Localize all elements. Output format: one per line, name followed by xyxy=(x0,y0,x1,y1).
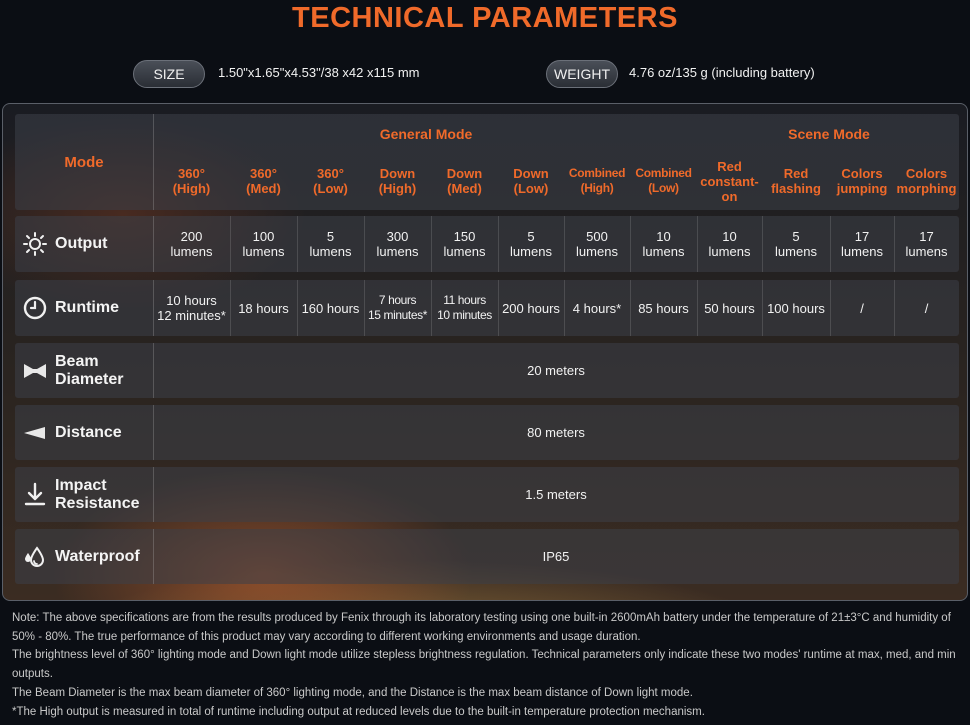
size-value: 1.50"x1.65"x4.53"/38 x42 x115 mm xyxy=(218,65,420,80)
mode-header: Colors jumping xyxy=(836,166,888,196)
water-drops-icon xyxy=(15,544,55,570)
weight-badge: WEIGHT xyxy=(546,60,618,88)
output-row: Output 200 lumens 100 lumens 5 lumens 30… xyxy=(15,216,959,272)
runtime-cell: 85 hours xyxy=(630,280,698,336)
runtime-cell: 160 hours xyxy=(297,280,365,336)
mode-header: Combined (Low) xyxy=(635,166,692,195)
mode-header: Combined (High) xyxy=(568,166,626,195)
beam-diameter-row: Beam Diameter 20 meters xyxy=(15,343,959,398)
clock-icon xyxy=(15,295,55,321)
beam-icon xyxy=(15,361,55,381)
mode-header: Red constant- on xyxy=(700,158,759,204)
output-cell: 300 lumens xyxy=(364,216,432,272)
distance-row: Distance 80 meters xyxy=(15,405,959,460)
distance-label: Distance xyxy=(55,423,122,441)
runtime-cell: 10 hours 12 minutes* xyxy=(153,280,231,336)
runtime-label-cell: Runtime xyxy=(15,280,154,336)
footnote: The Beam Diameter is the max beam diamet… xyxy=(12,686,693,699)
waterproof-value: IP65 xyxy=(542,549,570,564)
impact-resistance-row: Impact Resistance 1.5 meters xyxy=(15,467,959,522)
mode-header: 360° (Med) xyxy=(246,166,281,196)
output-cell: 200 lumens xyxy=(153,216,231,272)
waterproof-label-cell: Waterproof xyxy=(15,529,154,584)
output-cell: 10 lumens xyxy=(630,216,698,272)
beam-diameter-value: 20 meters xyxy=(527,363,585,378)
page-title: TECHNICAL PARAMETERS xyxy=(292,2,678,34)
output-cell: 17 lumens xyxy=(905,229,948,259)
runtime-cell: 4 hours* xyxy=(564,280,631,336)
impact-resistance-value: 1.5 meters xyxy=(525,487,587,502)
mode-header: Down (Med) xyxy=(446,166,483,196)
mode-header: Colors morphing xyxy=(896,166,957,196)
sun-icon xyxy=(15,231,55,257)
runtime-cell: / xyxy=(924,300,929,316)
distance-value: 80 meters xyxy=(527,425,585,440)
scene-mode-label: Scene Mode xyxy=(788,126,870,142)
output-cell: 5 lumens xyxy=(762,216,831,272)
beam-diameter-label-cell: Beam Diameter xyxy=(15,343,154,398)
output-cell: 5 lumens xyxy=(297,216,365,272)
runtime-cell: / xyxy=(830,280,895,336)
impact-resistance-label: Impact Resistance xyxy=(55,476,140,512)
runtime-row: Runtime 10 hours 12 minutes* 18 hours 16… xyxy=(15,280,959,336)
weight-value: 4.76 oz/135 g (including battery) xyxy=(629,65,815,80)
size-badge: SIZE xyxy=(133,60,205,88)
runtime-cell: 18 hours xyxy=(230,280,298,336)
mode-header: 360° (High) xyxy=(172,166,211,196)
footnotes: Note: The above specifications are from … xyxy=(12,609,962,721)
output-cell: 500 lumens xyxy=(564,216,631,272)
mode-label: Mode xyxy=(15,114,154,210)
mode-header: Down (High) xyxy=(378,166,417,196)
output-cell: 5 lumens xyxy=(498,216,565,272)
mode-header: 360° (Low) xyxy=(313,166,348,196)
output-cell: 150 lumens xyxy=(431,216,499,272)
beam-diameter-label: Beam Diameter xyxy=(55,352,124,388)
output-label-cell: Output xyxy=(15,216,154,272)
footnote: The brightness level of 360° lighting mo… xyxy=(12,649,956,681)
output-cell: 10 lumens xyxy=(697,216,763,272)
mode-header: Red flashing xyxy=(771,166,821,196)
runtime-cell: 50 hours xyxy=(697,280,763,336)
parameters-table: Mode General Mode Scene Mode 360° (High)… xyxy=(2,103,968,601)
waterproof-label: Waterproof xyxy=(55,547,140,565)
runtime-cell: 100 hours xyxy=(762,280,831,336)
runtime-cell: 7 hours 15 minutes* xyxy=(364,280,432,336)
output-cell: 17 lumens xyxy=(830,216,895,272)
mode-header-row: Mode General Mode Scene Mode 360° (High)… xyxy=(15,114,959,210)
footnote: *The High output is measured in total of… xyxy=(12,705,705,718)
runtime-cell: 11 hours 10 minutes xyxy=(431,280,499,336)
mode-header: Down (Low) xyxy=(513,166,549,196)
drop-arrow-icon xyxy=(15,482,55,508)
waterproof-row: Waterproof IP65 xyxy=(15,529,959,584)
distance-label-cell: Distance xyxy=(15,405,154,460)
output-cell: 100 lumens xyxy=(230,216,298,272)
impact-resistance-label-cell: Impact Resistance xyxy=(15,467,154,522)
runtime-cell: 200 hours xyxy=(498,280,565,336)
distance-icon xyxy=(15,425,55,441)
footnote: Note: The above specifications are from … xyxy=(12,612,951,643)
general-mode-label: General Mode xyxy=(379,126,473,142)
runtime-label: Runtime xyxy=(55,299,119,316)
output-label: Output xyxy=(55,235,108,252)
